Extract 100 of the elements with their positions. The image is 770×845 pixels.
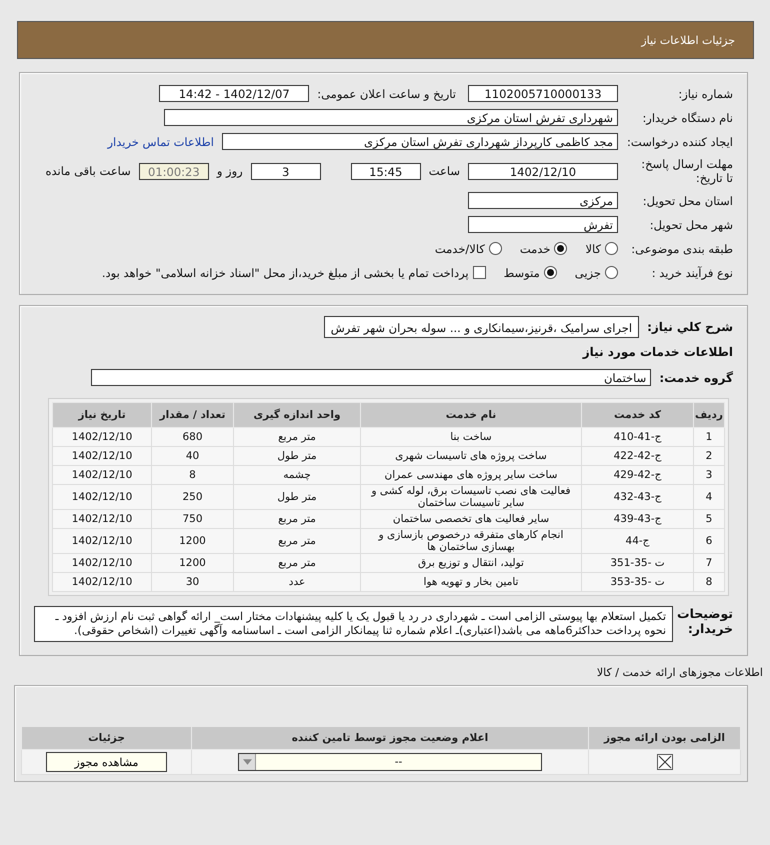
deadline-time-field: 15:45: [350, 162, 421, 180]
table-cell: 1402/12/10: [52, 466, 152, 484]
page-title: جزئیات اطلاعات نیاز: [641, 34, 735, 46]
table-cell: 1402/12/10: [52, 510, 152, 528]
table-cell: متر طول: [234, 446, 360, 466]
radio-button[interactable]: [605, 242, 618, 255]
table-cell: 680: [152, 428, 234, 446]
column-header: تعداد / مقدار: [152, 402, 234, 428]
table-cell: 7: [694, 554, 724, 572]
radio-label: جزیی: [574, 266, 601, 280]
time-label: ساعت: [428, 164, 460, 178]
radio-button[interactable]: [544, 266, 557, 279]
table-cell: 8: [152, 466, 234, 484]
field-label: طبقه بندی موضوعی:: [630, 242, 733, 256]
city-field: تفرش: [468, 216, 618, 233]
summary-field: اجرای سرامیک ،قرنیز،سیمانکاری و ... سوله بحران شهر تفرش: [324, 316, 640, 338]
table-cell: 1402/12/10: [52, 528, 152, 554]
table-cell: 30: [152, 572, 234, 592]
section-title: اطلاعات مجوزهای ارائه خدمت / کالا: [596, 666, 763, 679]
table-cell: عدد: [234, 572, 360, 592]
status-dropdown[interactable]: --: [238, 753, 542, 771]
table-cell: ج-42-429: [582, 466, 694, 484]
table-cell: 5: [694, 510, 724, 528]
field-label: استان محل تحویل:: [642, 194, 733, 208]
column-header: کد خدمت: [582, 402, 694, 428]
field-label: ایجاد کننده درخواست:: [626, 134, 733, 148]
checkbox[interactable]: [472, 266, 486, 279]
remaining-label: ساعت باقی مانده: [46, 164, 131, 178]
table-cell: 750: [152, 510, 234, 528]
table-cell: چشمه: [234, 466, 360, 484]
table-cell: متر طول: [234, 484, 360, 510]
field-label: شهر محل تحویل:: [648, 218, 733, 232]
field-label: گروه خدمت:: [659, 370, 733, 384]
days-label: روز و: [216, 164, 243, 178]
table-cell: 250: [152, 484, 234, 510]
table-cell: ساخت سایر پروژه های مهندسی عمران: [360, 466, 582, 484]
table-cell: متر مربع: [234, 528, 360, 554]
column-header: الزامی بودن ارائه مجوز: [588, 726, 740, 750]
remaining-time-field: 01:00:23: [138, 162, 209, 180]
table-cell: 1200: [152, 554, 234, 572]
table-cell: ج-42-422: [582, 446, 694, 466]
table-cell: 1402/12/10: [52, 484, 152, 510]
column-header: تاریخ نیاز: [52, 402, 152, 428]
buyer-field: شهرداری تفرش استان مرکزی: [164, 109, 618, 126]
radio-label: متوسط: [504, 266, 540, 280]
table-cell: ساخت پروژه های تاسیسات شهری: [360, 446, 582, 466]
field-label: شماره نیاز:: [677, 86, 733, 100]
column-header: نام خدمت: [360, 402, 582, 428]
radio-label: خدمت: [520, 242, 550, 256]
table-cell: تولید، انتقال و توزیع برق: [360, 554, 582, 572]
table-cell: ج-41-410: [582, 428, 694, 446]
field-label: تاریخ و ساعت اعلان عمومی:: [317, 86, 456, 100]
table-cell: 1402/12/10: [52, 446, 152, 466]
need-number-field: 1102005710000133: [468, 85, 618, 102]
table-cell: 2: [694, 446, 724, 466]
radio-button[interactable]: [554, 242, 568, 255]
table-cell: ج-43-439: [582, 510, 694, 528]
table-cell: 6: [694, 528, 724, 554]
field-label: شرح کلي نياز:: [647, 320, 733, 334]
column-header: ردیف: [694, 402, 724, 428]
table-cell: متر مربع: [234, 554, 360, 572]
field-label: مهلت ارسال پاسخ: تا تاریخ:: [640, 157, 733, 185]
table-cell: 1402/12/10: [52, 428, 152, 446]
table-cell: 8: [694, 572, 724, 592]
table-cell: ت -35-351: [582, 554, 694, 572]
creator-field: مجد کاظمی کارپرداز شهرداری تفرش استان مرکزی: [222, 133, 618, 150]
table-cell: 40: [152, 446, 234, 466]
table-cell: سایر فعالیت های تخصصی ساختمان: [360, 510, 582, 528]
table-cell: 1402/12/10: [52, 572, 152, 592]
buyer-contact-link[interactable]: اطلاعات تماس خریدار: [107, 134, 214, 148]
column-header: اعلام وضعیت مجوز توسط تامین کننده: [192, 726, 588, 750]
table-cell: 1: [694, 428, 724, 446]
table-cell: متر مربع: [234, 428, 360, 446]
radio-button[interactable]: [488, 242, 502, 255]
checkbox-label: پرداخت تمام یا بخشی از مبلغ خرید،از محل "اسناد خزانه اسلامی" خواهد بود.: [102, 266, 469, 280]
field-label: توضیحات خریدار:: [677, 606, 733, 636]
table-cell: ج-43-432: [582, 484, 694, 510]
radio-label: کالا/خدمت: [434, 242, 485, 256]
buyer-notes: تکمیل استعلام بها پیوستی الزامی است ـ شهرداری در رد یا قبول یک یا کلیه پیشنهادات مختار است_ ارائه گواهی ثبت نام ارزش افزود ـ نحوه پرداخت حداکثر6ماهه می باشد(اعتباری)ـ اعلام شماره ثنا پیمانکار الزامی است ـ اساسنامه وآگهی تغییرات (اشخاص حقوقی).: [34, 606, 674, 642]
table-cell: ت -35-353: [582, 572, 694, 592]
table-cell: انجام کارهای متفرقه درخصوص بازسازی و بهسازی ساختمان ها: [360, 528, 582, 554]
table-cell: 1200: [152, 528, 234, 554]
table-cell: ج-44: [582, 528, 694, 554]
section-title: اطلاعات خدمات مورد نیاز: [581, 345, 733, 359]
province-field: مرکزی: [468, 192, 618, 209]
service-group-field: ساختمان: [91, 369, 652, 386]
table-cell: تامین بخار و تهویه هوا: [360, 572, 582, 592]
table-cell: متر مربع: [234, 510, 360, 528]
table-cell: 3: [694, 466, 724, 484]
view-license-button[interactable]: مشاهده مجوز: [46, 752, 167, 772]
deadline-date-field: 1402/12/10: [468, 162, 618, 180]
field-label: نوع فرآیند خرید :: [650, 266, 733, 280]
table-cell: 4: [694, 484, 724, 510]
column-header: جزئیات: [22, 726, 192, 750]
column-header: واحد اندازه گیری: [234, 402, 360, 428]
announce-date-field: 1402/12/07 - 14:42: [159, 85, 310, 102]
table-cell: فعالیت های نصب تاسیسات برق، لوله کشی و سایر تاسیسات ساختمان: [360, 484, 582, 510]
radio-label: کالا: [585, 242, 601, 256]
field-label: نام دستگاه خریدار:: [641, 110, 733, 124]
radio-button[interactable]: [605, 266, 618, 279]
